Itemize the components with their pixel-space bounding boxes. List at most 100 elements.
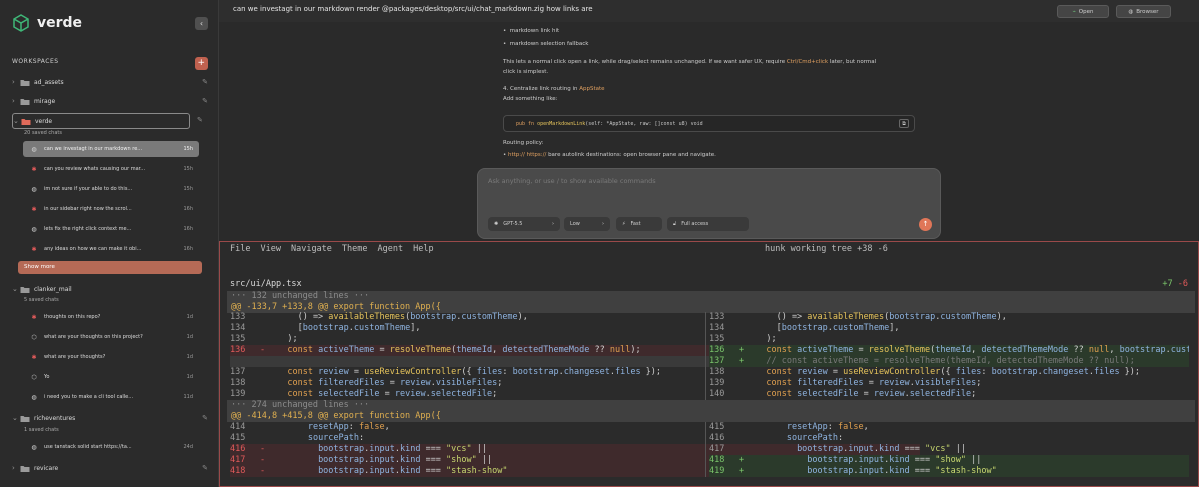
globe-icon: ◍ (31, 225, 37, 233)
show-more-button[interactable]: Show more (18, 261, 202, 274)
folder-icon (21, 118, 31, 125)
workspace-label: richeventures (34, 414, 76, 422)
bug-icon: ✱ (31, 313, 37, 321)
chat-count: 5 saved chats (24, 297, 59, 303)
paragraph: This lets a normal click open a link, wh… (503, 59, 877, 65)
chat-title: can we investagt in our markdown render … (233, 5, 593, 13)
brand: verde (12, 14, 82, 32)
diff-line: 416 sourcePath: (709, 433, 844, 443)
hunk-status: hunk working tree +38 -6 (765, 244, 888, 254)
diff-line-added: 137 + // const activeTheme = resolveTheme… (709, 356, 1189, 367)
sidebar: verde ‹ WORKSPACES + › ad_assets ✎ › mir… (0, 0, 219, 487)
bug-icon: ✱ (31, 165, 37, 173)
chevron-down-icon: › (602, 221, 604, 227)
bolt-icon: ⚡ (622, 221, 626, 227)
diff-line: 415 resetApp: false, (709, 422, 869, 432)
paragraph: click is simplest. (503, 69, 549, 75)
chat-item[interactable]: ✱ any ideas on how we can make it obi... 1… (23, 241, 199, 257)
diff-line: 140 const selectedFile = review.selected… (709, 389, 977, 399)
globe-icon: ◍ (31, 443, 37, 451)
unchanged-band[interactable]: ··· 274 unchanged lines ··· (227, 400, 1195, 411)
bullet-item: • http:// https:// bare autolink destina… (503, 152, 716, 158)
browser-button[interactable]: ◍ Browser (1116, 5, 1171, 18)
chevron-down-icon: ⌄ (12, 285, 18, 293)
globe-icon: ◍ (31, 145, 37, 153)
prompt-input[interactable]: Ask anything, or use / to show available… (488, 177, 656, 185)
chat-item[interactable]: ◍ lets fix the right click context me... 1… (23, 221, 199, 237)
workspace-item-richeventures[interactable]: ⌄ richeventures ✎ (12, 410, 208, 426)
workspace-label: verde (35, 117, 53, 125)
menu-file[interactable]: File (230, 244, 250, 254)
hunk-header: @@ -414,8 +415,8 @@ export function App(… (227, 411, 1195, 422)
workspace-item-verde[interactable]: ⌄ verde (12, 113, 190, 129)
workspace-item-ad-assets[interactable]: › ad_assets ✎ (12, 74, 208, 90)
workspace-label: revicare (34, 464, 59, 472)
edit-icon[interactable]: ✎ (202, 414, 208, 422)
workspace-item-mirage[interactable]: › mirage ✎ (12, 93, 208, 109)
code-block: pub fn openMarkdownLink(self: *AppState,… (503, 115, 915, 132)
top-bar: can we investagt in our markdown render … (219, 0, 1199, 22)
add-workspace-button[interactable]: + (195, 57, 208, 70)
split-divider[interactable] (705, 312, 706, 400)
unchanged-band[interactable]: ··· 132 unchanged lines ··· (227, 291, 1195, 302)
access-select[interactable]: 🔓︎ Full access (667, 217, 749, 231)
effort-select[interactable]: Low › (564, 217, 610, 231)
chevron-down-icon: ⌄ (12, 414, 18, 422)
chat-item[interactable]: ◍ can we investagt in our markdown re... 1… (23, 141, 199, 157)
menu-view[interactable]: View (260, 244, 280, 254)
diff-line: 133 () => availableThemes(bootstrap.cust… (709, 312, 1007, 322)
chat-count: 1 saved chats (24, 427, 59, 433)
folder-icon (20, 79, 30, 86)
edit-icon[interactable]: ✎ (202, 78, 208, 86)
bug-icon: ✱ (31, 353, 37, 361)
link-icon: ⌁ (1072, 8, 1076, 15)
workspace-item-revicare[interactable]: › revicare ✎ (12, 460, 208, 476)
collapse-sidebar-button[interactable]: ‹ (195, 17, 208, 30)
globe-icon: ◍ (31, 393, 37, 401)
diff-line-added: 418 + bootstrap.input.kind === "show" || (709, 455, 1189, 466)
fast-toggle[interactable]: ⚡ Fast (616, 217, 662, 231)
globe-icon: ◍ (1128, 8, 1134, 15)
diff-line: 134 [bootstrap.customTheme], (709, 323, 900, 333)
chat-item[interactable]: ◍ im not sure if your able to do this... 1… (23, 181, 199, 197)
bullet-item: • markdown selection fallback (503, 41, 589, 47)
menu-theme[interactable]: Theme (342, 244, 368, 254)
chat-item[interactable]: ✱ thoughts on this repo? 1d (23, 309, 199, 325)
edit-icon[interactable]: ✎ (197, 116, 203, 124)
menu-agent[interactable]: Agent (378, 244, 404, 254)
folder-icon (20, 286, 30, 293)
menu-navigate[interactable]: Navigate (291, 244, 332, 254)
chevron-right-icon: › (12, 78, 15, 86)
chat-count: 20 saved chats (24, 130, 62, 136)
edit-icon[interactable]: ✎ (202, 97, 208, 105)
cube-icon: ⬡ (31, 373, 37, 381)
globe-icon: ◍ (31, 185, 37, 193)
diff-line-added: 419 + bootstrap.input.kind === "stash-sho… (709, 466, 1189, 477)
chat-item[interactable]: ⬡ what are your thoughts on this project?… (23, 329, 199, 345)
send-button[interactable]: ↑ (919, 218, 932, 231)
bullet-item: • markdown link hit (503, 28, 560, 34)
chat-item[interactable]: ✱ what are your thoughts? 1d (23, 349, 199, 365)
bug-icon: ✱ (31, 205, 37, 213)
edit-icon[interactable]: ✎ (202, 464, 208, 472)
folder-icon (20, 98, 30, 105)
open-button[interactable]: ⌁ Open (1057, 5, 1109, 18)
chevron-down-icon: › (552, 221, 554, 227)
paragraph: Add something like: (503, 96, 558, 102)
split-divider[interactable] (705, 422, 706, 477)
diff-line: 417 bootstrap.input.kind === "vcs" || (709, 444, 966, 454)
chat-item[interactable]: ◍ i need you to make a cli tool calle... 1… (23, 389, 199, 405)
model-select[interactable]: ✺ GPT-5.5 › (488, 217, 560, 231)
copy-icon[interactable]: ⧉ (899, 119, 909, 128)
paragraph: 4. Centralize link routing in AppState (503, 86, 605, 92)
composer[interactable]: Ask anything, or use / to show available… (477, 168, 941, 239)
workspace-item-clanker-mail[interactable]: ⌄ clanker_mail (12, 281, 208, 297)
chat-item[interactable]: ✱ in our sidebar right now the scrol... 16… (23, 201, 199, 217)
chat-item[interactable]: ✱ can you review whats causing our mar...… (23, 161, 199, 177)
chevron-right-icon: › (12, 97, 15, 105)
workspace-label: ad_assets (34, 78, 64, 86)
paragraph: Routing policy: (503, 140, 544, 146)
chat-item[interactable]: ⬡ Yo 1d (23, 369, 199, 385)
menu-help[interactable]: Help (413, 244, 433, 254)
chat-item[interactable]: ◍ use tanstack solid start https://ta... 2… (23, 439, 199, 455)
